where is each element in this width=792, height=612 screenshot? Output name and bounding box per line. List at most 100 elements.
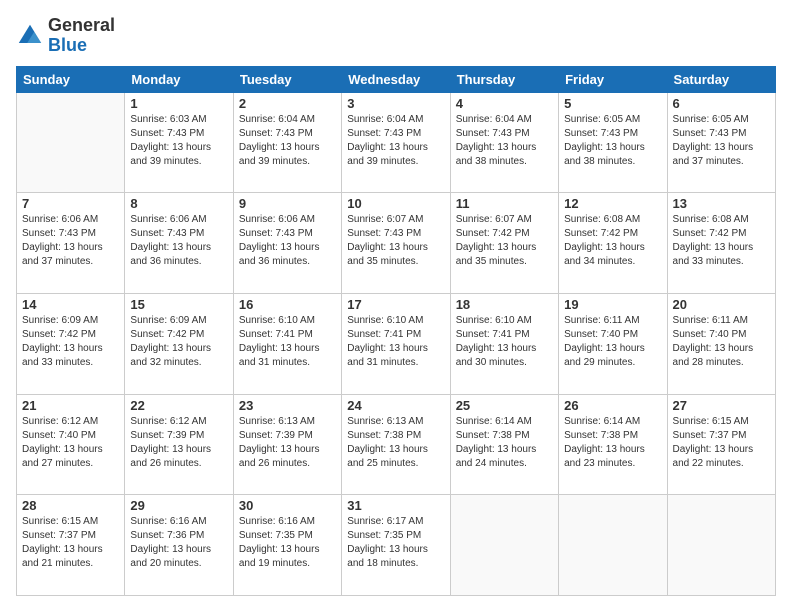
calendar-cell: 21Sunrise: 6:12 AM Sunset: 7:40 PM Dayli… [17, 394, 125, 495]
weekday-header-wednesday: Wednesday [342, 66, 450, 92]
calendar-cell: 26Sunrise: 6:14 AM Sunset: 7:38 PM Dayli… [559, 394, 667, 495]
calendar-cell: 5 Sunrise: 6:05 AM Sunset: 7:43 PM Daylig… [559, 92, 667, 193]
day-info: Sunrise: 6:06 AM Sunset: 7:43 PM Dayligh… [239, 213, 336, 269]
day-info: Sunrise: 6:04 AM Sunset: 7:43 PM Dayligh… [347, 113, 444, 169]
day-info: Sunrise: 6:04 AM Sunset: 7:43 PM Dayligh… [456, 113, 553, 169]
day-info: Sunrise: 6:08 AM Sunset: 7:42 PM Dayligh… [564, 213, 661, 269]
calendar-cell: 3 Sunrise: 6:04 AM Sunset: 7:43 PM Daylig… [342, 92, 450, 193]
day-info: Sunrise: 6:07 AM Sunset: 7:43 PM Dayligh… [347, 213, 444, 269]
calendar-cell: 18 Sunrise: 6:10 AM Sunset: 7:41 PM Dayli… [450, 293, 558, 394]
day-number: 24 [347, 398, 444, 413]
day-number: 6 [673, 96, 770, 111]
day-number: 12 [564, 196, 661, 211]
calendar-cell: 24 Sunrise: 6:13 AM Sunset: 7:38 PM Dayli… [342, 394, 450, 495]
day-info: Sunrise: 6:15 AM Sunset: 7:37 PM Dayligh… [22, 515, 119, 571]
calendar-cell: 9 Sunrise: 6:06 AM Sunset: 7:43 PM Daylig… [233, 193, 341, 294]
day-info: Sunrise: 6:06 AM Sunset: 7:43 PM Dayligh… [130, 213, 227, 269]
calendar-cell: 6 Sunrise: 6:05 AM Sunset: 7:43 PM Daylig… [667, 92, 775, 193]
day-info: Sunrise: 6:15 AM Sunset: 7:37 PM Dayligh… [673, 415, 770, 471]
logo: General Blue [16, 16, 115, 56]
day-info: Sunrise: 6:11 AM Sunset: 7:40 PM Dayligh… [564, 314, 661, 370]
day-number: 4 [456, 96, 553, 111]
calendar-cell: 23 Sunrise: 6:13 AM Sunset: 7:39 PM Dayli… [233, 394, 341, 495]
calendar-cell: 30Sunrise: 6:16 AM Sunset: 7:35 PM Dayli… [233, 495, 341, 596]
day-number: 29 [130, 498, 227, 513]
day-number: 3 [347, 96, 444, 111]
weekday-header-tuesday: Tuesday [233, 66, 341, 92]
day-number: 17 [347, 297, 444, 312]
calendar-week-2: 7 Sunrise: 6:06 AM Sunset: 7:43 PM Daylig… [17, 193, 776, 294]
calendar-cell: 25 Sunrise: 6:14 AM Sunset: 7:38 PM Dayli… [450, 394, 558, 495]
weekday-header-saturday: Saturday [667, 66, 775, 92]
calendar-cell: 14Sunrise: 6:09 AM Sunset: 7:42 PM Dayli… [17, 293, 125, 394]
calendar-cell: 12 Sunrise: 6:08 AM Sunset: 7:42 PM Dayli… [559, 193, 667, 294]
day-info: Sunrise: 6:13 AM Sunset: 7:39 PM Dayligh… [239, 415, 336, 471]
day-info: Sunrise: 6:13 AM Sunset: 7:38 PM Dayligh… [347, 415, 444, 471]
day-info: Sunrise: 6:12 AM Sunset: 7:39 PM Dayligh… [130, 415, 227, 471]
calendar-cell: 31 Sunrise: 6:17 AM Sunset: 7:35 PM Dayli… [342, 495, 450, 596]
day-number: 19 [564, 297, 661, 312]
calendar-cell [17, 92, 125, 193]
day-number: 13 [673, 196, 770, 211]
day-number: 23 [239, 398, 336, 413]
calendar-header: SundayMondayTuesdayWednesdayThursdayFrid… [17, 66, 776, 92]
weekday-header-row: SundayMondayTuesdayWednesdayThursdayFrid… [17, 66, 776, 92]
calendar-body: 1 Sunrise: 6:03 AM Sunset: 7:43 PM Daylig… [17, 92, 776, 595]
calendar-cell: 28 Sunrise: 6:15 AM Sunset: 7:37 PM Dayli… [17, 495, 125, 596]
calendar-week-1: 1 Sunrise: 6:03 AM Sunset: 7:43 PM Daylig… [17, 92, 776, 193]
weekday-header-thursday: Thursday [450, 66, 558, 92]
weekday-header-friday: Friday [559, 66, 667, 92]
calendar-cell: 29Sunrise: 6:16 AM Sunset: 7:36 PM Dayli… [125, 495, 233, 596]
day-number: 28 [22, 498, 119, 513]
day-number: 8 [130, 196, 227, 211]
day-info: Sunrise: 6:10 AM Sunset: 7:41 PM Dayligh… [347, 314, 444, 370]
day-number: 18 [456, 297, 553, 312]
day-info: Sunrise: 6:05 AM Sunset: 7:43 PM Dayligh… [673, 113, 770, 169]
day-number: 26 [564, 398, 661, 413]
day-number: 7 [22, 196, 119, 211]
calendar-cell: 27Sunrise: 6:15 AM Sunset: 7:37 PM Dayli… [667, 394, 775, 495]
day-number: 11 [456, 196, 553, 211]
calendar-cell: 16Sunrise: 6:10 AM Sunset: 7:41 PM Dayli… [233, 293, 341, 394]
day-number: 9 [239, 196, 336, 211]
day-info: Sunrise: 6:09 AM Sunset: 7:42 PM Dayligh… [130, 314, 227, 370]
day-number: 31 [347, 498, 444, 513]
day-number: 2 [239, 96, 336, 111]
day-number: 1 [130, 96, 227, 111]
calendar-cell: 20Sunrise: 6:11 AM Sunset: 7:40 PM Dayli… [667, 293, 775, 394]
day-info: Sunrise: 6:07 AM Sunset: 7:42 PM Dayligh… [456, 213, 553, 269]
day-number: 25 [456, 398, 553, 413]
calendar-week-4: 21Sunrise: 6:12 AM Sunset: 7:40 PM Dayli… [17, 394, 776, 495]
calendar-cell [667, 495, 775, 596]
day-number: 20 [673, 297, 770, 312]
logo-icon [16, 22, 44, 50]
day-info: Sunrise: 6:14 AM Sunset: 7:38 PM Dayligh… [456, 415, 553, 471]
day-number: 16 [239, 297, 336, 312]
page: General Blue SundayMondayTuesdayWednesda… [0, 0, 792, 612]
day-info: Sunrise: 6:03 AM Sunset: 7:43 PM Dayligh… [130, 113, 227, 169]
day-number: 22 [130, 398, 227, 413]
calendar-cell: 7 Sunrise: 6:06 AM Sunset: 7:43 PM Daylig… [17, 193, 125, 294]
calendar-cell: 8 Sunrise: 6:06 AM Sunset: 7:43 PM Daylig… [125, 193, 233, 294]
calendar-week-5: 28 Sunrise: 6:15 AM Sunset: 7:37 PM Dayli… [17, 495, 776, 596]
day-number: 5 [564, 96, 661, 111]
calendar-cell: 10 Sunrise: 6:07 AM Sunset: 7:43 PM Dayli… [342, 193, 450, 294]
day-number: 14 [22, 297, 119, 312]
day-info: Sunrise: 6:10 AM Sunset: 7:41 PM Dayligh… [456, 314, 553, 370]
calendar-cell: 13 Sunrise: 6:08 AM Sunset: 7:42 PM Dayli… [667, 193, 775, 294]
day-info: Sunrise: 6:08 AM Sunset: 7:42 PM Dayligh… [673, 213, 770, 269]
header: General Blue [16, 16, 776, 56]
calendar-cell [559, 495, 667, 596]
calendar-cell: 15 Sunrise: 6:09 AM Sunset: 7:42 PM Dayli… [125, 293, 233, 394]
weekday-header-sunday: Sunday [17, 66, 125, 92]
calendar-cell: 22 Sunrise: 6:12 AM Sunset: 7:39 PM Dayli… [125, 394, 233, 495]
day-number: 15 [130, 297, 227, 312]
calendar-cell [450, 495, 558, 596]
calendar-cell: 11 Sunrise: 6:07 AM Sunset: 7:42 PM Dayli… [450, 193, 558, 294]
day-info: Sunrise: 6:17 AM Sunset: 7:35 PM Dayligh… [347, 515, 444, 571]
day-number: 10 [347, 196, 444, 211]
day-info: Sunrise: 6:05 AM Sunset: 7:43 PM Dayligh… [564, 113, 661, 169]
day-info: Sunrise: 6:06 AM Sunset: 7:43 PM Dayligh… [22, 213, 119, 269]
calendar-cell: 17 Sunrise: 6:10 AM Sunset: 7:41 PM Dayli… [342, 293, 450, 394]
day-number: 30 [239, 498, 336, 513]
